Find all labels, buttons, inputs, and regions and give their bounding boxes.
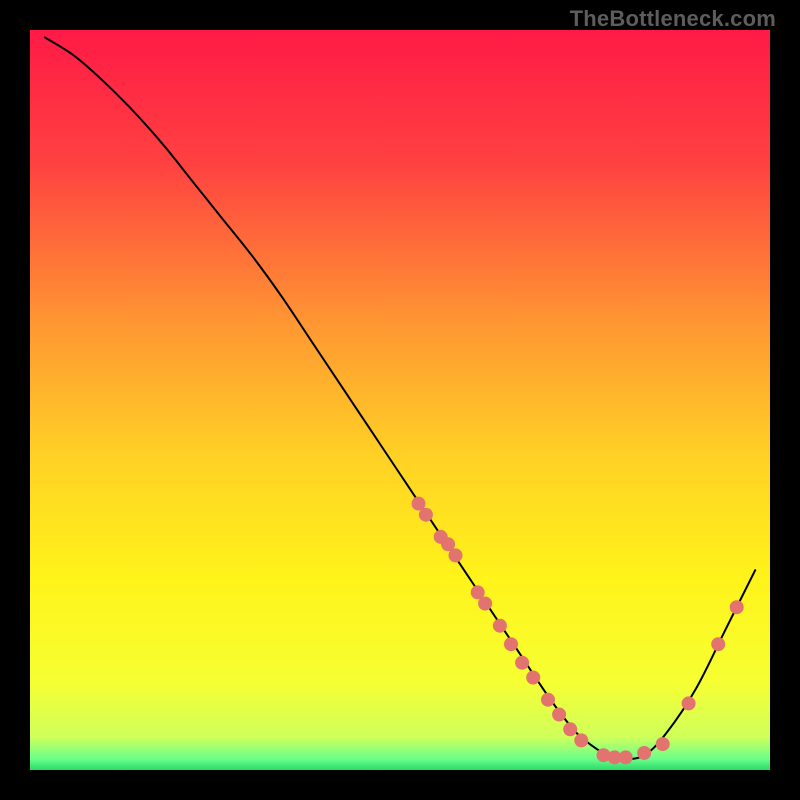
- curve-marker: [526, 671, 540, 685]
- chart-svg: [0, 0, 800, 800]
- curve-marker: [619, 750, 633, 764]
- curve-marker: [515, 656, 529, 670]
- curve-marker: [493, 619, 507, 633]
- chart-container: TheBottleneck.com: [0, 0, 800, 800]
- curve-marker: [504, 637, 518, 651]
- curve-marker: [574, 733, 588, 747]
- plot-background: [30, 30, 770, 770]
- curve-marker: [656, 737, 670, 751]
- curve-marker: [552, 708, 566, 722]
- curve-marker: [637, 746, 651, 760]
- curve-marker: [478, 597, 492, 611]
- curve-marker: [563, 722, 577, 736]
- curve-marker: [419, 508, 433, 522]
- curve-marker: [541, 693, 555, 707]
- watermark-label: TheBottleneck.com: [570, 6, 776, 32]
- curve-marker: [682, 696, 696, 710]
- curve-marker: [730, 600, 744, 614]
- curve-marker: [711, 637, 725, 651]
- curve-marker: [449, 548, 463, 562]
